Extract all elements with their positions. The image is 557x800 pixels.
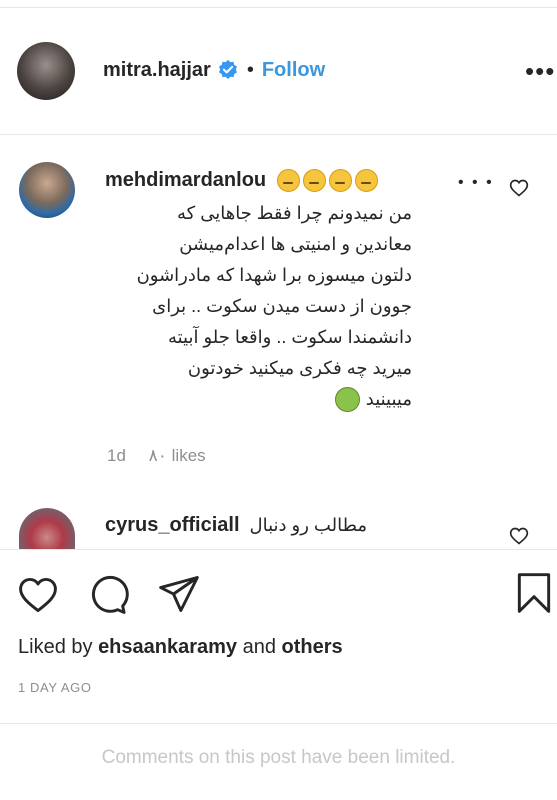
commenter-username[interactable]: mehdimardanlou — [105, 169, 266, 192]
nauseated-face-emoji-icon — [334, 387, 360, 412]
flushed-face-emoji-icon — [355, 168, 379, 192]
comment-age: 1d — [107, 446, 126, 465]
save-bookmark-icon[interactable] — [512, 571, 556, 615]
post-timestamp[interactable]: 1 DAY AGO — [18, 680, 92, 695]
confused-face-emoji-icon — [277, 168, 301, 192]
verified-badge-icon — [218, 59, 237, 79]
comment-like-heart-icon[interactable] — [509, 178, 529, 198]
comment-header: mehdimardanlou — [105, 166, 379, 194]
comment-line: معاندین و امنیتی ها اعدام‌میشن — [179, 234, 412, 254]
header-separator: • — [246, 58, 254, 81]
comments-divider — [0, 549, 557, 550]
comment-likes[interactable]: ۸۰ likes — [149, 446, 206, 465]
comment-line: دانشمندا سکوت .. واقعا جلو آبیته — [167, 327, 412, 347]
author-username[interactable]: mitra.hajjar — [103, 59, 211, 82]
liked-by-user[interactable]: ehsaankaramy — [98, 636, 237, 658]
comment-more-icon[interactable]: • • • — [458, 174, 494, 192]
commenter-avatar[interactable] — [19, 508, 75, 550]
flushed-face-emoji-icon — [329, 168, 353, 192]
follow-button[interactable]: Follow — [262, 59, 325, 82]
post-header: mitra.hajjar • Follow — [103, 56, 325, 84]
commenter-avatar[interactable] — [19, 162, 75, 218]
commenter-username[interactable]: cyrus_officiall — [105, 514, 240, 537]
comment-line-last: میبینید — [100, 384, 412, 415]
liked-by-prefix: Liked by — [18, 636, 93, 658]
comment-line: جوون از دست میدن سکوت .. برای — [152, 296, 412, 316]
footer-divider — [0, 723, 557, 724]
author-avatar[interactable] — [17, 42, 75, 100]
share-paper-plane-icon[interactable] — [157, 572, 201, 616]
top-border — [0, 0, 557, 8]
confused-face-emoji-icon — [303, 168, 327, 192]
comment-meta: 1d ۸۰ likes — [107, 446, 206, 466]
comments-limited-notice: Comments on this post have been limited. — [101, 747, 456, 768]
comment-body: من نمیدونم چرا فقط جاهایی که معاندین و ا… — [100, 198, 412, 415]
comment-like-heart-icon[interactable] — [509, 526, 529, 546]
comment-line: میبینید — [365, 389, 412, 409]
comment-bubble-icon[interactable] — [86, 573, 130, 617]
liked-by-others[interactable]: others — [282, 636, 343, 658]
comment-text: مطالب رو دنبال — [249, 514, 367, 535]
emoji-group — [274, 168, 379, 192]
like-heart-icon[interactable] — [16, 573, 60, 617]
liked-by-line: Liked by ehsaankaramy and others — [18, 636, 343, 659]
liked-by-and: and — [242, 636, 276, 658]
comment-line: دلتون میسوزه برا شهدا که مادراشون — [136, 265, 412, 285]
comment-header: cyrus_officiall مطالب رو دنبال — [105, 511, 367, 539]
more-options-icon[interactable]: ••• — [525, 56, 555, 87]
header-divider — [0, 134, 557, 135]
comment-line: میرید چه فکری میکنید خودتون — [187, 358, 412, 378]
comment-line: من نمیدونم چرا فقط جاهایی که — [176, 203, 412, 223]
